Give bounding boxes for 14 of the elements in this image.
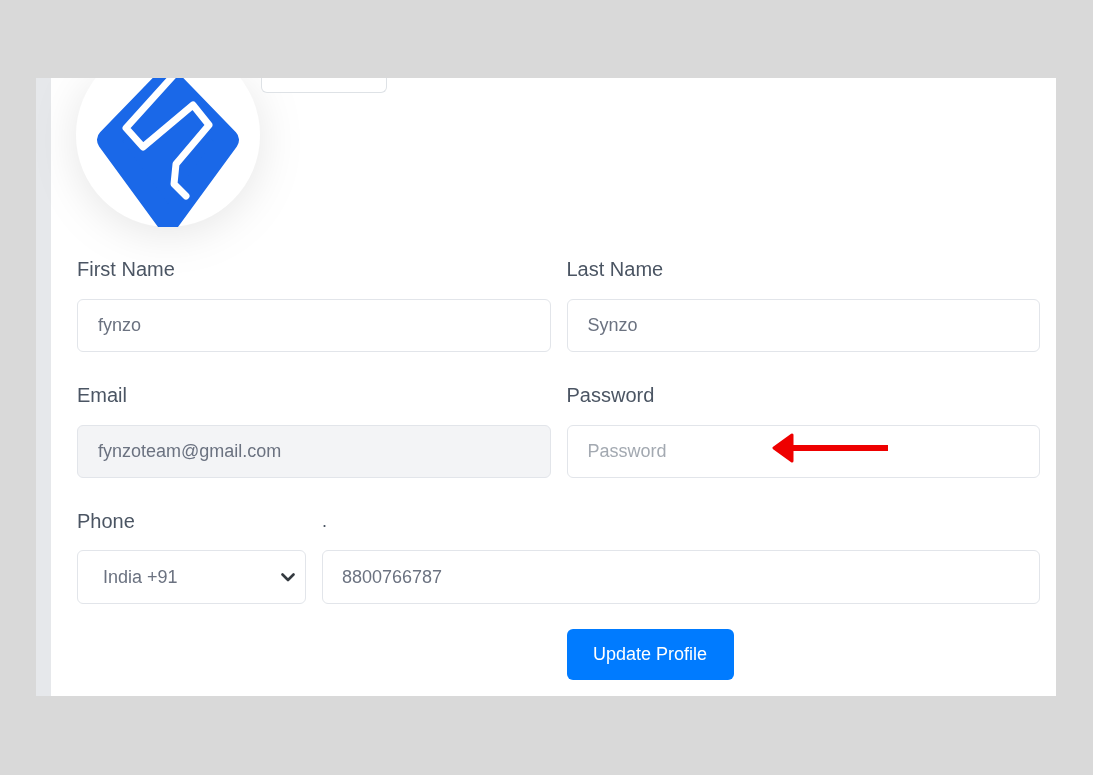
country-select[interactable]: India +91 bbox=[77, 550, 306, 604]
field-label: Phone bbox=[77, 510, 135, 532]
input-field[interactable]: Password bbox=[566, 425, 1040, 478]
field-label: Password bbox=[566, 383, 655, 407]
input-field[interactable]: Synzo bbox=[566, 299, 1040, 352]
update-profile-button[interactable]: Update Profile bbox=[566, 629, 734, 680]
field-label: First Name bbox=[77, 257, 175, 281]
cropped-button[interactable] bbox=[261, 78, 387, 93]
input-field[interactable]: fynzo bbox=[77, 299, 551, 352]
field-label: . bbox=[322, 510, 327, 533]
field-label: Last Name bbox=[566, 257, 664, 281]
phone-number-field[interactable]: 8800766787 bbox=[322, 550, 1040, 604]
field-label: Email bbox=[77, 383, 127, 407]
chevron-down-icon bbox=[281, 572, 295, 582]
